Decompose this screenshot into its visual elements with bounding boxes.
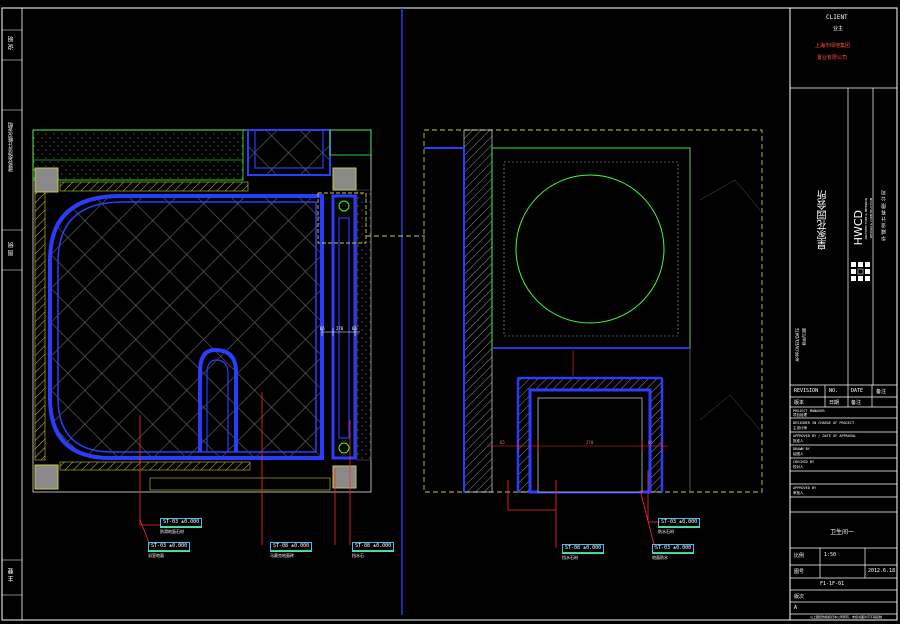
detail-tag[interactable]: ST-03 ±0.000 地面防水 (652, 544, 695, 561)
bathtub-enclosure (48, 194, 324, 460)
revision-label: REVISION (794, 388, 819, 394)
top-floor-band (32, 129, 244, 181)
dim-right: 65 (648, 440, 653, 445)
section-row: APPROVED BY (793, 486, 817, 490)
firm-side-cn: 华 威 设 计 有 限 公 司 (881, 190, 887, 242)
plan-tag[interactable]: ST-08 ±0.000 马赛克地面砖 (270, 542, 313, 559)
north-wall-hatch (59, 181, 249, 192)
column-ne (332, 167, 357, 191)
dim-mid: 270 (586, 440, 594, 445)
scale-label: 比例 (794, 553, 805, 559)
date-label: DATE (851, 388, 864, 394)
client-name-1: 上海市绿地集团 (815, 43, 851, 49)
client-sub: 业主 (833, 26, 844, 32)
date-no: 备注 (876, 389, 887, 395)
detail-tag[interactable]: ST-03 ±0.000 防水石材 (658, 518, 701, 535)
plan-tag[interactable]: ST-03 ±0.000 浴室地面 (148, 542, 191, 559)
section-row: 批准人 (793, 439, 804, 443)
detail-drain-tile (491, 147, 691, 349)
section-row: 项目经理 (793, 413, 807, 417)
plan-tag[interactable]: ST-08 ±0.000 挡水石 (352, 542, 395, 559)
dim-plan-2: 270 (336, 326, 344, 331)
rev-row-2: 日期 (829, 400, 840, 406)
approval-stamp-en: APPROVED/DATE (795, 328, 800, 362)
column-nw (34, 167, 59, 193)
scale-value: 1:50 (824, 552, 837, 558)
binding-label-main: 主 要 (8, 568, 15, 582)
detail-section[interactable] (423, 129, 763, 549)
east-stone-strip (356, 189, 372, 461)
dim-left: 65 (500, 440, 505, 445)
binding-label-design-notes: 建筑装饰设计概况说明 (8, 122, 14, 172)
binding-ticks (2, 29, 22, 596)
rev-row-3: 备注 (851, 400, 862, 406)
section-row: 审批人 (793, 491, 804, 495)
firm-name-small-2: DESIGN & CONSTRUCTION (869, 198, 873, 238)
approval-stamp-cn: 审批/日期 (801, 328, 806, 346)
date-value: 2012.6.18 (868, 568, 896, 574)
sheet-label: 版次 (794, 594, 805, 600)
firm-name-small-1: ARCHITECTURE & INTERIOR (864, 198, 868, 240)
revision-no: NO. (829, 388, 839, 394)
copyright-footer: 以上图纸的版权归本公司所有，未经书面许可不得复制 (810, 615, 883, 619)
floor-plan[interactable] (32, 129, 425, 546)
drawing-no-label: 图号 (794, 569, 805, 575)
column-se (332, 465, 357, 489)
section-row: DESIGNER IN CHARGE OF PROJECT (793, 421, 855, 425)
binding-label-notes: 说 明 (8, 36, 15, 50)
sheet-value: A (794, 605, 798, 611)
section-row: 绘图人 (793, 452, 804, 456)
binding-label-legend: 图 例 (8, 242, 15, 256)
west-wall-hatch (34, 189, 46, 461)
detail-drain-circle (515, 174, 665, 324)
rev-row-1: 版本 (794, 400, 805, 406)
dim-plan-3: 65 (352, 326, 357, 331)
dim-plan-1: 65 (320, 326, 325, 331)
south-wall-hatch (59, 461, 251, 471)
section-row: CHECKED BY (793, 460, 815, 464)
project-name: 皇家花园会所 (818, 190, 829, 250)
cad-viewport[interactable] (0, 0, 900, 624)
section-row: 校对人 (793, 465, 804, 469)
client-label: CLIENT (826, 14, 848, 21)
client-name-2: 置业有限公司 (817, 55, 848, 61)
drawing-title: 卫生间一 (830, 529, 855, 536)
plan-tag[interactable]: ST-03 ±0.000 防滑地面石材 (160, 518, 203, 535)
drawing-no-value: F1-1F-01 (820, 581, 845, 587)
detail-tag[interactable]: ST-08 ±0.000 挡水石材 (562, 544, 605, 561)
firm-logo-mark (851, 262, 870, 281)
section-row: 主设计师 (793, 426, 807, 430)
column-sw (34, 464, 59, 490)
section-row: APPROVED BY / DATE OF APPROVAL (793, 434, 857, 438)
section-row: DRAWN BY (793, 447, 810, 451)
detail-left-wall (463, 129, 493, 493)
